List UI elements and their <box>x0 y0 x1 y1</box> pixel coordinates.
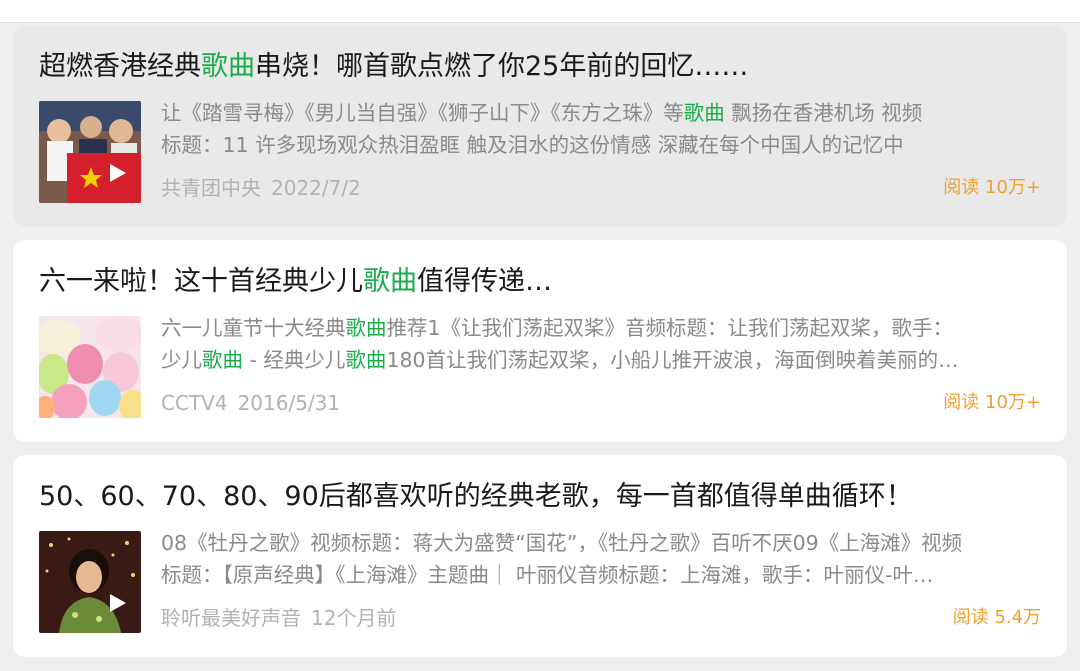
article-card-3[interactable]: 50、60、70、80、90后都喜欢听的经典老歌，每一首都值得单曲循环！ 08《… <box>13 455 1067 657</box>
video-thumbnail[interactable] <box>39 101 141 203</box>
source-name[interactable]: 共青团中央 <box>161 176 261 200</box>
source-name[interactable]: CCTV4 <box>161 391 228 415</box>
top-bar <box>0 0 1080 23</box>
read-count: 阅读 10万+ <box>943 177 1041 198</box>
article-summary: 08《牡丹之歌》视频标题：蒋大为盛赞“国花”，《牡丹之歌》百听不厌09《上海滩》… <box>161 531 963 587</box>
article-meta: 共青团中央 2022/7/2 <box>161 173 361 203</box>
play-icon <box>110 594 126 612</box>
source-name[interactable]: 聆听最美好声音 <box>161 606 301 630</box>
read-count: 阅读 10万+ <box>943 392 1041 413</box>
article-card-1[interactable]: 超燃香港经典歌曲串烧！哪首歌点燃了你25年前的回忆…… 让《踏雪寻梅》《男儿当自… <box>13 25 1067 227</box>
article-title[interactable]: 50、60、70、80、90后都喜欢听的经典老歌，每一首都值得单曲循环！ <box>39 477 1049 517</box>
article-meta: 聆听最美好声音 12个月前 <box>161 603 396 633</box>
article-summary: 六一儿童节十大经典歌曲推荐1《让我们荡起双桨》音频标题：让我们荡起双桨，歌手： … <box>161 316 959 372</box>
article-thumbnail[interactable] <box>39 316 141 418</box>
article-title[interactable]: 六一来啦！这十首经典少儿歌曲值得传递… <box>39 262 1049 302</box>
article-summary: 让《踏雪寻梅》《男儿当自强》《狮子山下》《东方之珠》等歌曲 飘扬在香港机场 视频… <box>161 101 923 157</box>
article-meta: CCTV4 2016/5/31 <box>161 388 340 418</box>
singer-image <box>39 531 141 633</box>
keyword-highlight: 歌曲 <box>363 266 417 297</box>
keyword-highlight: 歌曲 <box>201 51 255 82</box>
balloons-image <box>39 316 141 418</box>
publish-date: 12个月前 <box>311 606 397 630</box>
read-count: 阅读 5.4万 <box>952 607 1041 628</box>
video-thumbnail[interactable] <box>39 531 141 633</box>
play-icon <box>110 164 126 182</box>
flag-crowd-image <box>39 101 141 203</box>
article-card-2[interactable]: 六一来啦！这十首经典少儿歌曲值得传递… 六一儿童节十大经典歌曲推荐1《让我们荡起… <box>13 240 1067 442</box>
article-title[interactable]: 超燃香港经典歌曲串烧！哪首歌点燃了你25年前的回忆…… <box>39 47 1049 87</box>
publish-date: 2022/7/2 <box>271 176 361 200</box>
publish-date: 2016/5/31 <box>237 391 341 415</box>
